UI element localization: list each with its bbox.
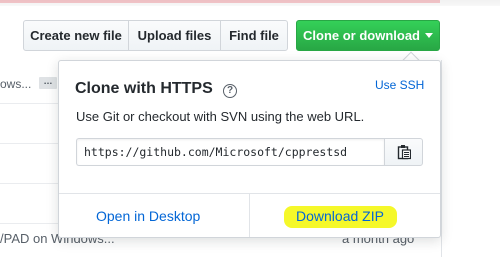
- copy-url-button[interactable]: [384, 138, 423, 166]
- clone-url-input[interactable]: https://github.com/Microsoft/cpprestsd: [76, 138, 384, 166]
- row-divider: [0, 103, 60, 104]
- row-divider: [0, 223, 60, 224]
- file-list-border: [441, 60, 442, 257]
- clone-or-download-button[interactable]: Clone or download: [296, 20, 440, 51]
- language-bar: [0, 0, 440, 3]
- use-ssh-link[interactable]: Use SSH: [375, 78, 424, 92]
- question-circle-icon[interactable]: ?: [223, 84, 237, 98]
- create-new-file-button[interactable]: Create new file: [23, 20, 129, 51]
- commit-message-fragment[interactable]: ows...: [0, 77, 31, 91]
- clipboard-icon: [397, 145, 411, 160]
- clone-url-value: https://github.com/Microsoft/cpprestsd: [84, 145, 348, 159]
- expand-commit-button[interactable]: …: [39, 77, 57, 89]
- clone-or-download-label: Clone or download: [303, 28, 420, 43]
- create-new-file-label: Create new file: [30, 28, 122, 43]
- row-divider: [0, 183, 60, 184]
- caret-down-icon: [425, 33, 433, 38]
- upload-files-label: Upload files: [137, 28, 212, 43]
- github-repo-page: Create new file Upload files Find file C…: [0, 0, 500, 257]
- clone-popover: Clone with HTTPS ? Use SSH Use Git or ch…: [58, 60, 441, 238]
- download-zip-link[interactable]: Download ZIP: [296, 208, 384, 224]
- popover-vertical-divider: [249, 193, 250, 237]
- upload-files-button[interactable]: Upload files: [128, 20, 221, 51]
- open-in-desktop-link[interactable]: Open in Desktop: [96, 208, 200, 224]
- find-file-button[interactable]: Find file: [220, 20, 288, 51]
- row-divider: [0, 143, 60, 144]
- popover-title: Clone with HTTPS: [75, 80, 213, 97]
- popover-description: Use Git or checkout with SVN using the w…: [76, 109, 365, 124]
- find-file-label: Find file: [229, 28, 279, 43]
